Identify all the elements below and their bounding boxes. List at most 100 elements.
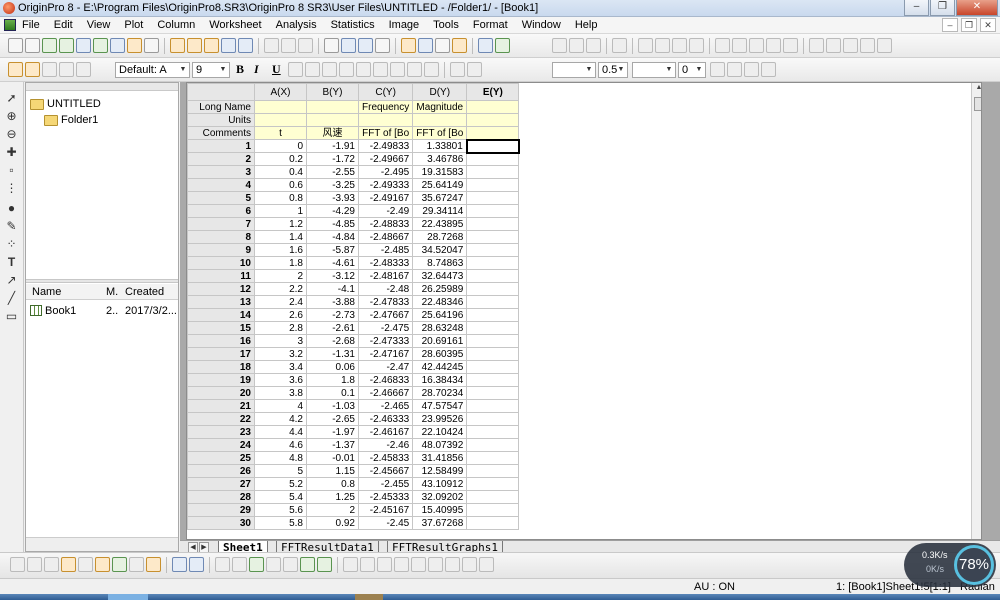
data-cell[interactable]: 19.31583 <box>412 165 468 179</box>
data-cell[interactable]: 4 <box>254 399 307 413</box>
label-cell[interactable]: FFT of [Bo <box>412 126 468 140</box>
menu-tools[interactable]: Tools <box>433 19 459 31</box>
data-cell[interactable]: 22.10424 <box>412 425 468 439</box>
print-icon[interactable] <box>324 38 339 53</box>
data-cell[interactable]: 5.8 <box>254 516 307 530</box>
border-icon[interactable] <box>727 62 742 77</box>
data-cell[interactable]: 12.58499 <box>412 464 468 478</box>
new-folder-icon[interactable] <box>25 38 40 53</box>
data-cell[interactable]: 48.07392 <box>412 438 468 452</box>
pie-plot-icon[interactable] <box>129 557 144 572</box>
code-builder-icon[interactable] <box>435 38 450 53</box>
origin-app-icon[interactable] <box>3 2 15 14</box>
refresh-icon[interactable] <box>358 38 373 53</box>
plot-3d-b-icon[interactable] <box>232 557 247 572</box>
style-icon-e[interactable] <box>76 62 91 77</box>
data-cell[interactable]: -2.46 <box>357 438 414 452</box>
menu-analysis[interactable]: Analysis <box>276 19 317 31</box>
data-cell[interactable]: -1.97 <box>306 425 359 439</box>
data-cell[interactable]: -2.47833 <box>357 295 414 309</box>
new-notes-icon[interactable] <box>144 38 159 53</box>
results-log-icon[interactable] <box>401 38 416 53</box>
data-cell[interactable]: 0.06 <box>306 360 359 374</box>
data-cell[interactable]: -3.12 <box>306 269 359 283</box>
decrease-font-icon[interactable] <box>373 62 388 77</box>
data-cell[interactable]: 23.99526 <box>412 412 468 426</box>
grid-icon[interactable] <box>877 38 892 53</box>
data-cell[interactable]: 1.6 <box>254 243 307 257</box>
new-layer-icon[interactable] <box>638 38 653 53</box>
label-cell[interactable]: 风速 <box>306 126 359 140</box>
data-cell[interactable]: -2.455 <box>357 477 414 491</box>
data-cell[interactable]: -2.48 <box>357 282 414 296</box>
font-name-select[interactable]: Default: A ▼ <box>115 62 190 78</box>
data-cell[interactable]: -2.48667 <box>357 230 414 244</box>
line-style-select[interactable]: ▼ <box>552 62 596 78</box>
menu-help[interactable]: Help <box>575 19 598 31</box>
data-cell[interactable]: -1.72 <box>306 152 359 166</box>
data-cell[interactable] <box>466 191 520 205</box>
data-cell[interactable]: 47.57547 <box>412 399 468 413</box>
network-meter[interactable]: 0.3K/s 0K/s 78% <box>904 543 996 587</box>
row-header[interactable]: 27 <box>187 477 255 491</box>
supersubscript-icon[interactable] <box>322 62 337 77</box>
open-template-icon[interactable] <box>187 38 202 53</box>
data-cell[interactable]: -2.47667 <box>357 308 414 322</box>
row-header[interactable]: 2 <box>187 152 255 166</box>
menu-column[interactable]: Column <box>157 19 195 31</box>
data-cell[interactable]: 32.64473 <box>412 269 468 283</box>
add-xy-scale-icon[interactable] <box>715 38 730 53</box>
data-cell[interactable] <box>466 295 520 309</box>
data-cell[interactable]: 1.33801 <box>412 139 468 153</box>
data-cell[interactable]: 1.8 <box>306 373 359 387</box>
data-cell[interactable]: 8.74863 <box>412 256 468 270</box>
data-cell[interactable]: -2.475 <box>357 321 414 335</box>
data-cell[interactable]: 2.4 <box>254 295 307 309</box>
menu-image[interactable]: Image <box>389 19 420 31</box>
data-cell[interactable]: -2.45167 <box>357 503 414 517</box>
new-layer-right-icon[interactable] <box>672 38 687 53</box>
data-cell[interactable]: -2.49 <box>357 204 414 218</box>
font-color-icon[interactable] <box>424 62 439 77</box>
data-cell[interactable]: 5.6 <box>254 503 307 517</box>
data-cell[interactable]: 25.64196 <box>412 308 468 322</box>
save-template-icon[interactable] <box>238 38 253 53</box>
label-cell[interactable] <box>466 113 520 127</box>
text-tool-icon[interactable]: T <box>5 256 18 269</box>
file-list-item[interactable]: Book1 2.. 2017/3/2... <box>26 303 178 319</box>
column-header[interactable]: A(X) <box>254 83 307 101</box>
label-cell[interactable]: t <box>254 126 307 140</box>
data-cell[interactable]: -2.45667 <box>357 464 414 478</box>
new-inset-icon[interactable] <box>689 38 704 53</box>
row-header[interactable]: 29 <box>187 503 255 517</box>
table-icon[interactable] <box>744 62 759 77</box>
data-cell[interactable] <box>466 321 520 335</box>
label-cell[interactable]: Magnitude <box>412 100 468 114</box>
data-cell[interactable]: 5.2 <box>254 477 307 491</box>
data-cell[interactable]: 0.8 <box>254 191 307 205</box>
object-edit-h-icon[interactable] <box>462 557 477 572</box>
data-cell[interactable] <box>466 360 520 374</box>
object-edit-b-icon[interactable] <box>360 557 375 572</box>
data-cell[interactable]: 43.10912 <box>412 477 468 491</box>
row-header[interactable]: 23 <box>187 425 255 439</box>
data-selector-icon[interactable]: ⋮ <box>5 182 18 195</box>
data-cell[interactable]: 28.7268 <box>412 230 468 244</box>
draw-data-icon[interactable]: ✎ <box>5 220 18 233</box>
row-header[interactable]: 16 <box>187 334 255 348</box>
mask-icon[interactable]: ● <box>5 202 18 215</box>
import-single-ascii-icon[interactable] <box>264 38 279 53</box>
data-cell[interactable] <box>466 412 520 426</box>
data-cell[interactable] <box>466 204 520 218</box>
data-cell[interactable] <box>466 373 520 387</box>
data-cell[interactable] <box>466 490 520 504</box>
duplicate-icon[interactable] <box>341 38 356 53</box>
data-cell[interactable]: -4.61 <box>306 256 359 270</box>
region-select-icon[interactable]: ⁘ <box>5 238 18 251</box>
data-cell[interactable]: 4.2 <box>254 412 307 426</box>
row-header[interactable]: 15 <box>187 321 255 335</box>
row-header[interactable]: 14 <box>187 308 255 322</box>
data-cell[interactable]: 31.41856 <box>412 451 468 465</box>
data-cell[interactable]: -3.25 <box>306 178 359 192</box>
new-function-icon[interactable] <box>110 38 125 53</box>
